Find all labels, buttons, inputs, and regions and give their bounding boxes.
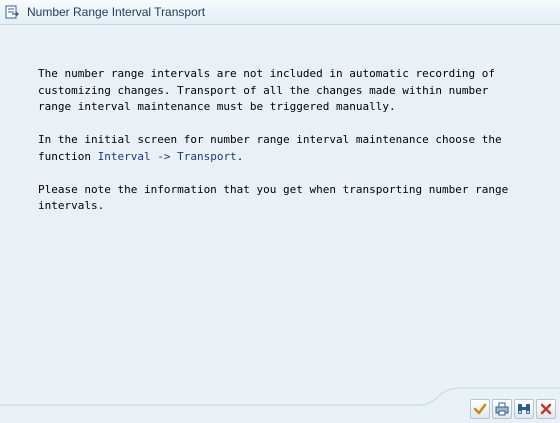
checkmark-icon xyxy=(473,403,487,415)
info-paragraph-3: Please note the information that you get… xyxy=(38,182,509,213)
dialog-icon xyxy=(5,4,21,20)
interval-transport-link[interactable]: Interval -> Transport xyxy=(98,150,237,163)
paragraph-2-suffix: . xyxy=(236,149,244,163)
dialog-titlebar: Number Range Interval Transport xyxy=(0,0,560,25)
print-icon xyxy=(495,402,509,416)
dialog-content: The number range intervals are not inclu… xyxy=(38,66,538,231)
info-paragraph-1: The number range intervals are not inclu… xyxy=(38,67,495,113)
info-paragraph-2: In the initial screen for number range i… xyxy=(38,132,538,165)
find-button[interactable] xyxy=(514,399,534,419)
dialog-toolbar xyxy=(470,399,556,419)
find-icon xyxy=(518,404,530,414)
cancel-icon xyxy=(540,403,552,415)
print-button[interactable] xyxy=(492,399,512,419)
dialog-title: Number Range Interval Transport xyxy=(27,5,206,19)
cancel-button[interactable] xyxy=(536,399,556,419)
continue-button[interactable] xyxy=(470,399,490,419)
